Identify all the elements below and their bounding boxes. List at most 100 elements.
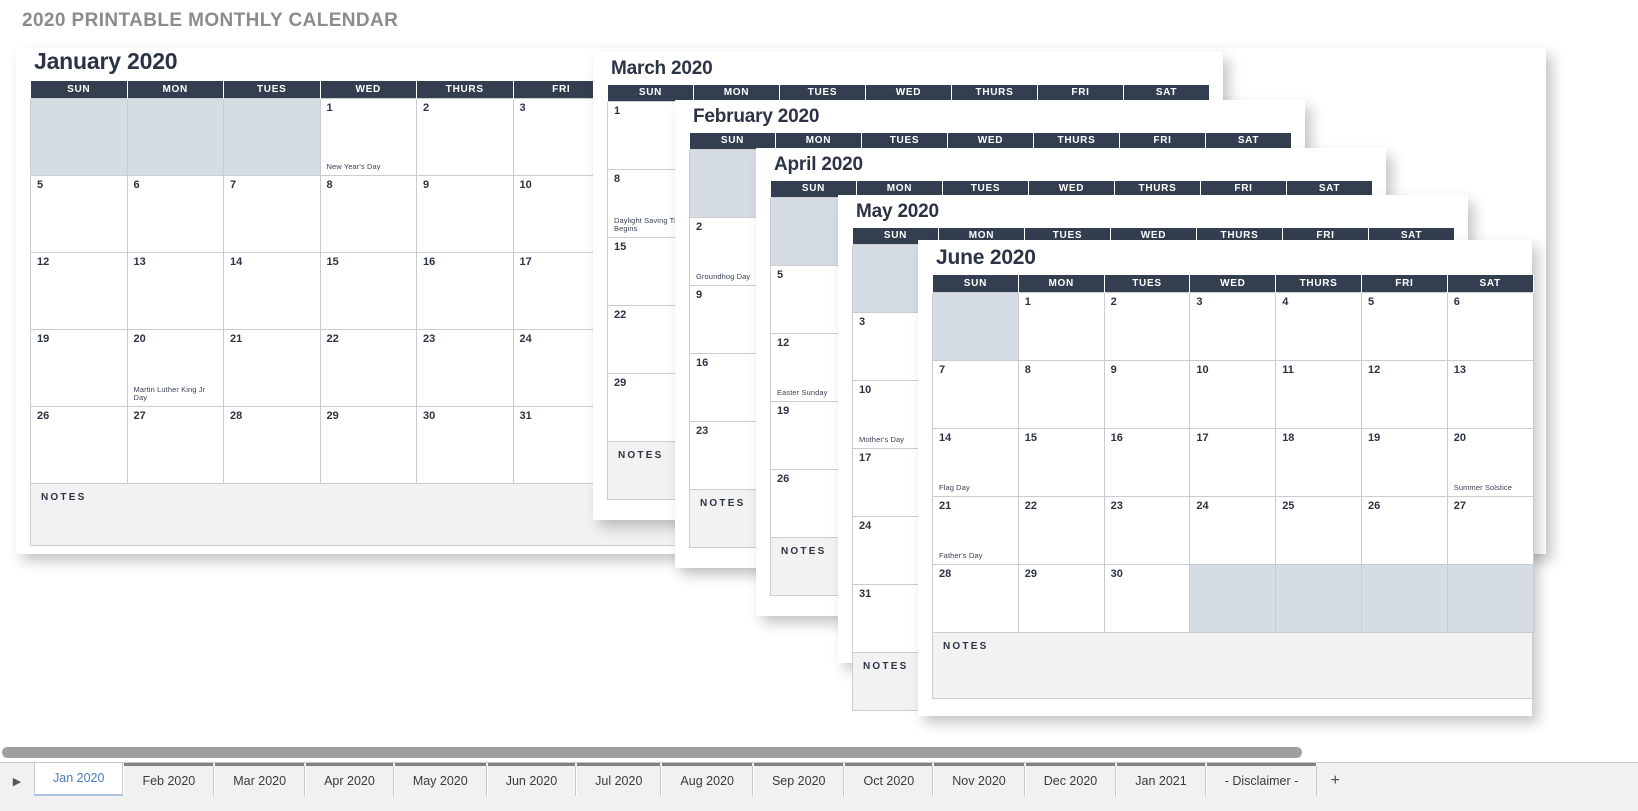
calendar-cell-day[interactable]: 14 Flag Day — [932, 427, 1019, 497]
calendar-cell-empty[interactable] — [932, 291, 1019, 361]
calendar-cell-day[interactable]: 6 — [1446, 291, 1534, 361]
calendar-cell-day[interactable]: 28 — [932, 563, 1019, 633]
calendar-cell-day[interactable]: 30 — [416, 405, 514, 484]
weekday-header-sun: SUN — [30, 81, 128, 98]
sheet-tab-may-2020[interactable]: May 2020 — [393, 763, 487, 796]
calendar-cell-day[interactable]: 6 — [126, 174, 224, 253]
calendar-cell-day[interactable]: 25 — [1275, 495, 1362, 565]
calendar-cell-day[interactable]: 11 — [1275, 359, 1362, 429]
calendar-cell-empty[interactable] — [126, 97, 224, 176]
day-number: 9 — [1110, 363, 1117, 376]
calendar-cell-day[interactable]: 16 — [416, 251, 514, 330]
sheet-tab-mar-2020[interactable]: Mar 2020 — [214, 763, 306, 796]
calendar-cell-day[interactable]: 20 Summer Solstice — [1446, 427, 1534, 497]
sheet-tab-sep-2020[interactable]: Sep 2020 — [752, 763, 845, 796]
calendar-cell-day[interactable]: 24 — [1189, 495, 1277, 565]
calendar-panel-june[interactable]: June 2020 SUN MON TUES WED THURS FRI SAT 1 2 3 4 5 6 7… — [918, 240, 1534, 716]
calendar-cell-day[interactable]: 14 — [223, 251, 321, 330]
sheet-tab-oct-2020[interactable]: Oct 2020 — [844, 763, 934, 796]
calendar-cell-day[interactable]: 8 — [1017, 359, 1105, 429]
calendar-cell-day[interactable]: 16 — [1103, 427, 1191, 497]
sheet-tab-jan-2020[interactable]: Jan 2020 — [34, 763, 124, 796]
calendar-cell-day[interactable]: 7 — [932, 359, 1019, 429]
day-number: 2 — [1110, 295, 1117, 308]
calendar-cell-day[interactable]: 26 — [30, 405, 128, 484]
day-number: 1 — [1024, 295, 1031, 308]
calendar-cell-day[interactable]: 13 — [126, 251, 224, 330]
calendar-cell-day[interactable]: 26 — [1360, 495, 1448, 565]
calendar-cell-day[interactable]: 27 — [126, 405, 224, 484]
calendar-cell-day[interactable]: 19 — [1360, 427, 1448, 497]
sheet-tab-jul-2020[interactable]: Jul 2020 — [576, 763, 662, 796]
worksheet-canvas[interactable]: 2020 PRINTABLE MONTHLY CALENDAR January … — [0, 0, 1638, 735]
sheet-tab-jun-2020[interactable]: Jun 2020 — [486, 763, 577, 796]
day-number: 22 — [326, 332, 339, 345]
sheet-tab-jan-2021[interactable]: Jan 2021 — [1116, 763, 1206, 796]
calendar-cell-day[interactable]: 1 — [1017, 291, 1105, 361]
calendar-cell-day[interactable]: 5 — [1360, 291, 1448, 361]
calendar-cell-day[interactable]: 30 — [1103, 563, 1191, 633]
sheet-tab-aug-2020[interactable]: Aug 2020 — [661, 763, 753, 796]
calendar-cell-day[interactable]: 21 Father's Day — [932, 495, 1019, 565]
calendar-cell-day[interactable]: 9 — [416, 174, 514, 253]
weekday-header-tues: TUES — [1103, 275, 1191, 292]
day-number: 19 — [1367, 431, 1381, 444]
calendar-cell-day[interactable]: 8 — [319, 174, 417, 253]
day-number: 2 — [423, 101, 430, 114]
calendar-cell-day[interactable]: 12 — [30, 251, 128, 330]
calendar-cell-day[interactable]: 20 Martin Luther King Jr Day — [126, 328, 224, 407]
day-number: 10 — [1196, 363, 1209, 376]
calendar-cell-day[interactable]: 29 — [1017, 563, 1105, 633]
calendar-cell-day[interactable]: 5 — [30, 174, 128, 253]
calendar-cell-day[interactable]: 18 — [1275, 427, 1362, 497]
sheet-tab-strip: ▶ Jan 2020 Feb 2020 Mar 2020 Apr 2020 May 20… — [0, 735, 1638, 811]
day-number: 30 — [1110, 567, 1123, 580]
sheet-tab-nov-2020[interactable]: Nov 2020 — [933, 763, 1025, 796]
calendar-cell-day[interactable]: 17 — [1189, 427, 1277, 497]
calendar-cell-day[interactable]: 29 — [319, 405, 417, 484]
calendar-cell-day[interactable]: 4 — [1275, 291, 1362, 361]
calendar-cell-empty[interactable] — [223, 97, 321, 176]
sheet-tab-apr-2020[interactable]: Apr 2020 — [305, 763, 394, 796]
calendar-week-row: 28 29 30 — [932, 563, 1534, 633]
sheet-tab-disclaimer[interactable]: - Disclaimer - — [1205, 763, 1318, 796]
calendar-cell-day[interactable]: 3 — [1189, 291, 1277, 361]
calendar-cell-day[interactable]: 21 — [223, 328, 321, 407]
triangle-right-icon[interactable]: ▶ — [0, 766, 34, 796]
calendar-cell-day[interactable]: 22 — [319, 328, 417, 407]
calendar-cell-empty[interactable] — [1446, 563, 1534, 633]
calendar-cell-day[interactable]: 12 — [1360, 359, 1448, 429]
plus-icon[interactable]: + — [1317, 766, 1353, 796]
calendar-cell-day[interactable]: 10 — [1189, 359, 1277, 429]
horizontal-scrollbar[interactable] — [0, 741, 1638, 758]
day-number: 30 — [423, 409, 436, 422]
calendar-cell-day[interactable]: 19 — [30, 328, 128, 407]
weekday-header-fri: FRI — [1360, 275, 1448, 292]
calendar-week-row: 14 Flag Day 15 16 17 18 19 20 Summer Solstice — [932, 427, 1534, 497]
calendar-cell-empty[interactable] — [30, 97, 128, 176]
calendar-cell-empty[interactable] — [1275, 563, 1362, 633]
day-number: 1 — [326, 101, 333, 114]
calendar-cell-day[interactable]: 15 — [319, 251, 417, 330]
calendar-cell-day[interactable]: 7 — [223, 174, 321, 253]
sheet-tab-dec-2020[interactable]: Dec 2020 — [1024, 763, 1117, 796]
day-number: 29 — [1024, 567, 1038, 580]
horizontal-scrollbar-thumb[interactable] — [2, 747, 1302, 758]
calendar-cell-day[interactable]: 2 — [416, 97, 514, 176]
calendar-cell-day[interactable]: 1 New Year's Day — [319, 97, 417, 176]
calendar-cell-empty[interactable] — [1189, 563, 1277, 633]
notes-section-june[interactable]: NOTES — [932, 632, 1533, 699]
calendar-cell-day[interactable]: 2 — [1103, 291, 1191, 361]
calendar-cell-day[interactable]: 9 — [1103, 359, 1191, 429]
calendar-cell-day[interactable]: 13 — [1446, 359, 1534, 429]
calendar-cell-empty[interactable] — [1360, 563, 1448, 633]
holiday-label: Father's Day — [939, 551, 983, 561]
calendar-cell-day[interactable]: 28 — [223, 405, 321, 484]
calendar-cell-day[interactable]: 27 — [1446, 495, 1534, 565]
calendar-cell-day[interactable]: 15 — [1017, 427, 1105, 497]
sheet-tab-feb-2020[interactable]: Feb 2020 — [123, 763, 215, 796]
calendar-cell-day[interactable]: 23 — [1103, 495, 1191, 565]
weekday-header-mon: MON — [126, 81, 224, 98]
calendar-cell-day[interactable]: 23 — [416, 328, 514, 407]
calendar-cell-day[interactable]: 22 — [1017, 495, 1105, 565]
